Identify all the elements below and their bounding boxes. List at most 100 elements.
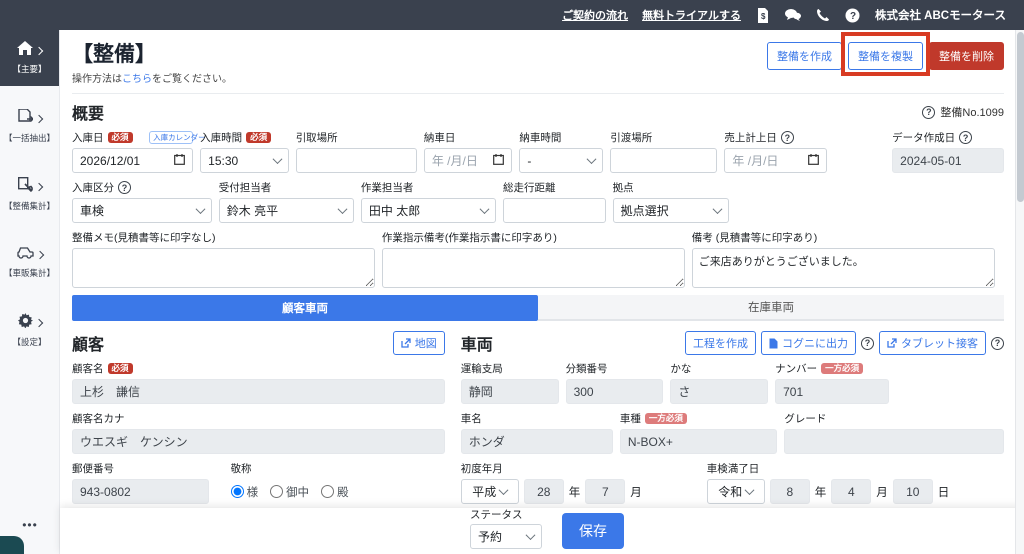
external-link-icon <box>887 338 897 348</box>
contract-flow-link[interactable]: ご契約の流れ <box>562 7 628 23</box>
status-select[interactable]: 予約 <box>470 524 542 549</box>
calendar-icon[interactable] <box>174 153 186 168</box>
model-input[interactable]: N-BOX+ <box>619 429 778 454</box>
inspection-era-select[interactable]: 令和 <box>706 479 765 504</box>
sidebar-item-settings[interactable]: 【設定】 <box>0 302 59 358</box>
help-circle-icon[interactable]: ? <box>780 131 794 144</box>
mileage-input[interactable] <box>503 198 606 223</box>
data-created-input: 2024-05-01 <box>892 148 1004 173</box>
nyuko-kubun-select[interactable]: 車検 <box>72 198 212 223</box>
create-process-button[interactable]: 工程を作成 <box>685 331 756 355</box>
maintenance-number: 整備No.1099 <box>940 107 1004 119</box>
chevron-down-icon <box>272 154 283 165</box>
help-circle-icon[interactable]: ? <box>922 105 936 119</box>
company-name: 株式会社 ABCモータース <box>874 10 1006 22</box>
work-staff-select[interactable]: 田中 太郎 <box>360 198 497 223</box>
nyuko-time-select[interactable]: 15:30 <box>200 148 289 173</box>
help-here-link[interactable]: こちら <box>122 74 152 85</box>
first-reg-month-input[interactable]: 7 <box>585 479 626 504</box>
sidebar-item-main[interactable]: 【主要】 <box>0 30 59 86</box>
external-link-icon <box>401 338 411 348</box>
zip-input[interactable]: 943-0802 <box>72 479 209 504</box>
scrollbar[interactable] <box>1015 30 1024 554</box>
honorific-sama[interactable]: 様 <box>230 484 258 500</box>
sidebar-item-label: 【整備集計】 <box>3 200 55 211</box>
svg-text:?: ? <box>850 11 856 22</box>
wrench-icon <box>17 176 33 197</box>
grade-input[interactable] <box>784 429 1004 454</box>
inspection-day-input[interactable]: 10 <box>892 479 933 504</box>
first-reg-era-select[interactable]: 平成 <box>460 479 519 504</box>
calendar-icon[interactable] <box>808 153 819 168</box>
handover-place-input[interactable] <box>610 148 718 173</box>
tablet-reception-button[interactable]: タブレット接客 <box>879 331 986 355</box>
inspection-month-input[interactable]: 4 <box>831 479 872 504</box>
sales-date-input[interactable]: 年 /月/日 <box>724 148 827 173</box>
duplicate-maintenance-button[interactable]: 整備を複製 <box>848 42 923 70</box>
sidebar-item-car-sales-summary[interactable]: 【車販集計】 <box>0 234 59 290</box>
pickup-place-input[interactable] <box>295 148 417 173</box>
scrollbar-thumb[interactable] <box>1017 32 1024 202</box>
map-button[interactable]: 地図 <box>392 331 445 355</box>
save-button[interactable]: 保存 <box>562 513 624 549</box>
nyuko-calendar-button[interactable]: 入庫カレンダー <box>149 131 206 144</box>
tab-stock-vehicle[interactable]: 在庫車両 <box>538 295 1004 321</box>
chat-widget-corner[interactable] <box>0 536 24 554</box>
help-circle-icon[interactable]: ? <box>959 131 973 144</box>
chat-icon[interactable] <box>784 7 801 23</box>
chevron-down-icon <box>712 204 723 215</box>
either-required-badge: 一方必須 <box>644 412 687 425</box>
sidebar-item-batch-extract[interactable]: 【一括抽出】 <box>0 98 59 154</box>
plate-number-input[interactable]: 701 <box>775 379 890 404</box>
delete-maintenance-button[interactable]: 整備を削除 <box>929 42 1004 70</box>
topbar: ご契約の流れ 無料トライアルする $ ? 株式会社 ABCモータース <box>0 0 1024 30</box>
maker-input[interactable]: ホンダ <box>460 429 613 454</box>
remarks-textarea[interactable]: ご来店ありがとうございました。 <box>691 248 995 288</box>
vehicle-heading: 車両 <box>460 337 493 354</box>
base-select[interactable]: 拠点選択 <box>612 198 730 223</box>
honorific-dono[interactable]: 殿 <box>321 484 349 500</box>
sidebar-item-label: 【車販集計】 <box>3 267 55 278</box>
create-maintenance-button[interactable]: 整備を作成 <box>767 42 842 70</box>
chevron-right-icon <box>34 114 43 123</box>
chevron-right-icon <box>34 46 44 55</box>
sidebar-more-button[interactable]: ••• <box>0 518 60 532</box>
calendar-icon[interactable] <box>493 153 505 168</box>
required-badge: 必須 <box>107 362 133 375</box>
chevron-down-icon <box>479 204 490 215</box>
help-circle-icon[interactable]: ? <box>118 181 131 194</box>
transport-office-input[interactable]: 静岡 <box>460 379 559 404</box>
delivery-date-input[interactable]: 年 /月/日 <box>423 148 513 173</box>
chevron-right-icon <box>34 318 43 327</box>
inspection-year-input[interactable]: 8 <box>769 479 810 504</box>
help-line: 操作方法はこちらをご覧ください。 <box>72 74 232 85</box>
honorific-radio-group: 様 御中 殿 <box>230 479 445 504</box>
export-icon <box>769 338 778 349</box>
free-trial-link[interactable]: 無料トライアルする <box>642 7 741 23</box>
help-icon[interactable]: ? <box>845 7 861 23</box>
maintenance-memo-textarea[interactable] <box>72 248 375 288</box>
help-circle-icon[interactable]: ? <box>861 336 874 350</box>
overview-heading: 概要 <box>72 106 105 123</box>
nyuko-date-input[interactable]: 2026/12/01 <box>72 148 194 173</box>
first-reg-year-input[interactable]: 28 <box>523 479 564 504</box>
plate-kana-input[interactable]: さ <box>670 379 769 404</box>
sidebar-item-maintenance-summary[interactable]: 【整備集計】 <box>0 166 59 222</box>
reception-staff-select[interactable]: 鈴木 亮平 <box>218 198 354 223</box>
invoice-icon[interactable]: $ <box>755 7 771 23</box>
svg-text:$: $ <box>761 12 766 21</box>
cogni-export-button[interactable]: コグニに出力 <box>761 331 856 355</box>
sidebar-item-label: 【主要】 <box>12 64 47 74</box>
help-circle-icon[interactable]: ? <box>991 336 1004 350</box>
work-instruction-textarea[interactable] <box>381 248 685 288</box>
main-content: 【整備】 操作方法はこちらをご覧ください。 整備を作成 整備を複製 整備を削除 … <box>60 30 1024 554</box>
tab-customer-vehicle[interactable]: 顧客車両 <box>72 295 538 321</box>
honorific-onchu[interactable]: 御中 <box>270 484 309 500</box>
chevron-down-icon <box>586 154 597 165</box>
delivery-time-select[interactable]: - <box>519 148 604 173</box>
phone-icon[interactable] <box>815 7 831 23</box>
class-no-input[interactable]: 300 <box>565 379 664 404</box>
customer-kana-input[interactable]: ウエスギ ケンシン <box>72 429 445 454</box>
document-export-icon <box>17 107 34 129</box>
customer-name-input[interactable]: 上杉 謙信 <box>72 379 445 404</box>
